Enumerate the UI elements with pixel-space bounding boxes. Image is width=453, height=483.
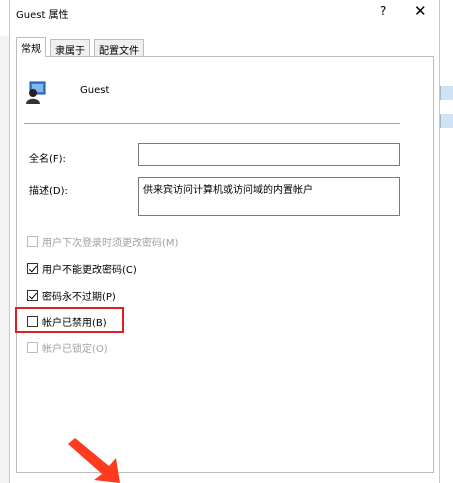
- description-label: 描述(D):: [29, 186, 68, 197]
- fullname-label: 全名(F):: [29, 154, 66, 165]
- checkbox-label: 帐户已锁定(O): [42, 343, 108, 355]
- checkbox-box[interactable]: [27, 235, 38, 247]
- checkbox-box[interactable]: [27, 341, 38, 353]
- checkbox-label: 密码永不过期(P): [42, 291, 116, 303]
- close-button[interactable]: ✕: [414, 2, 427, 20]
- tab-general[interactable]: 常规: [16, 37, 46, 57]
- fullname-field[interactable]: [138, 143, 400, 166]
- user-icon: [26, 81, 46, 104]
- pointer-arrow-icon: [68, 438, 120, 483]
- user-name: Guest: [80, 85, 110, 96]
- background-window-strip: [440, 114, 453, 128]
- dialog-title: Guest 属性: [16, 10, 69, 21]
- background-window: [0, 36, 9, 483]
- tab-profile[interactable]: 配置文件: [94, 39, 144, 57]
- help-button[interactable]: ?: [380, 4, 386, 18]
- checkbox-must-change-password[interactable]: 用户下次登录时须更改密码(M): [27, 234, 179, 249]
- title-bar: Guest 属性 ? ✕: [10, 0, 439, 26]
- description-field[interactable]: 供来宾访问计算机或访问域的内置帐户: [138, 177, 400, 216]
- checkbox-password-never-expires[interactable]: 密码永不过期(P): [27, 288, 116, 303]
- checkbox-box[interactable]: [27, 262, 38, 274]
- checkbox-cannot-change-password[interactable]: 用户不能更改密码(C): [27, 261, 137, 276]
- checkbox-label: 用户不能更改密码(C): [42, 264, 137, 276]
- tab-member-of[interactable]: 隶属于: [50, 39, 90, 57]
- separator: [24, 123, 400, 124]
- checkbox-box[interactable]: [27, 289, 38, 301]
- checkbox-label: 用户下次登录时须更改密码(M): [42, 237, 179, 249]
- checkbox-account-locked[interactable]: 帐户已锁定(O): [27, 340, 108, 355]
- highlight-box: [15, 307, 124, 333]
- background-window-strip: [440, 86, 453, 100]
